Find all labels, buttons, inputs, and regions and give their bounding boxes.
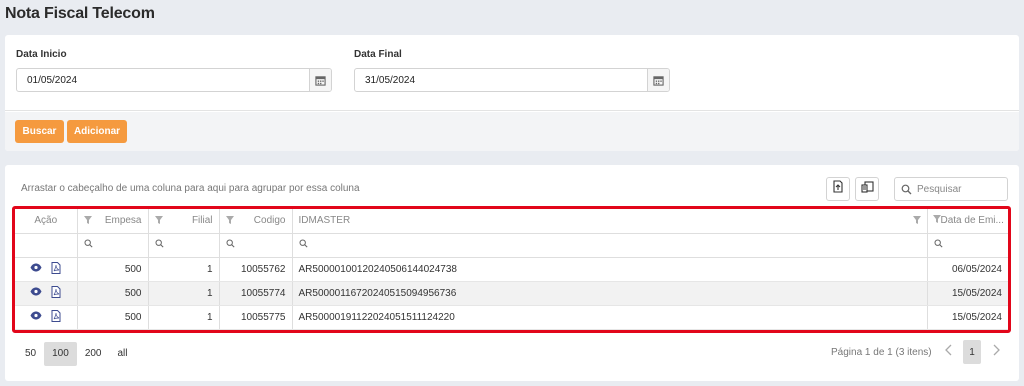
filter-cell[interactable] bbox=[77, 233, 149, 258]
filter-actions: Buscar Adicionar bbox=[5, 112, 1019, 151]
calendar-icon[interactable] bbox=[309, 69, 331, 91]
column-header-label: Codigo bbox=[253, 215, 286, 227]
start-date-field: Data Inicio 01/05/2024 bbox=[16, 49, 332, 92]
page-size-option-selected[interactable]: 100 bbox=[44, 342, 77, 366]
filter-icon[interactable] bbox=[154, 216, 163, 227]
pdf-icon[interactable] bbox=[51, 285, 61, 301]
column-header-data-emissao[interactable]: Data de Emi... bbox=[927, 209, 1008, 234]
column-header-label: IDMASTER bbox=[298, 215, 351, 227]
cell-data-emissao: 15/05/2024 bbox=[927, 281, 1008, 306]
calendar-icon[interactable] bbox=[647, 69, 669, 91]
search-icon bbox=[225, 239, 235, 251]
filter-panel: Data Inicio 01/05/2024 Data Final 31/05/… bbox=[5, 35, 1019, 151]
action-cell bbox=[15, 281, 78, 306]
grid-search-field[interactable] bbox=[917, 183, 1003, 195]
cell-idmaster: AR5000010012024050614402473­8 bbox=[292, 257, 928, 282]
table-row: 500 1 10055774 AR50000116720240515094956… bbox=[15, 281, 1008, 306]
filter-cell[interactable] bbox=[292, 233, 928, 258]
start-date-input[interactable]: 01/05/2024 bbox=[16, 68, 332, 92]
filter-cell[interactable] bbox=[148, 233, 220, 258]
search-icon bbox=[298, 239, 308, 251]
cell-filial: 1 bbox=[148, 257, 220, 282]
cell-empresa: 500 bbox=[77, 305, 149, 330]
add-button[interactable]: Adicionar bbox=[67, 120, 127, 143]
end-date-value[interactable]: 31/05/2024 bbox=[355, 75, 647, 86]
eye-icon[interactable] bbox=[30, 311, 42, 323]
cell-empresa: 500 bbox=[77, 281, 149, 306]
column-header-filial[interactable]: Filial bbox=[148, 209, 220, 234]
export-button[interactable] bbox=[826, 177, 850, 201]
cell-codigo: 10055775 bbox=[219, 305, 293, 330]
chevron-right-icon bbox=[993, 343, 1000, 361]
data-grid-panel: Arrastar o cabeçalho de uma coluna para … bbox=[5, 165, 1019, 381]
column-header-idmaster[interactable]: IDMASTER bbox=[292, 209, 928, 234]
table-row: 500 1 10055775 AR50000191122024051511124… bbox=[15, 305, 1008, 330]
export-icon bbox=[832, 180, 844, 198]
page-size-option[interactable]: 50 bbox=[17, 342, 44, 366]
cell-idmaster: AR50000116720240515094956736 bbox=[292, 281, 928, 306]
page-size-option[interactable]: all bbox=[110, 342, 136, 366]
eye-icon[interactable] bbox=[30, 263, 42, 275]
start-date-value[interactable]: 01/05/2024 bbox=[17, 75, 309, 86]
cell-filial: 1 bbox=[148, 305, 220, 330]
pdf-icon[interactable] bbox=[51, 261, 61, 277]
column-header-empresa[interactable]: Empesa bbox=[77, 209, 149, 234]
next-page-button[interactable] bbox=[989, 340, 1003, 364]
filter-icon[interactable] bbox=[83, 216, 92, 227]
column-chooser-icon bbox=[860, 180, 874, 198]
data-table: Ação Empesa Filial Codigo IDMASTER Data … bbox=[15, 209, 1008, 330]
action-cell bbox=[15, 305, 78, 330]
start-date-label: Data Inicio bbox=[16, 49, 67, 60]
page-size-option[interactable]: 200 bbox=[77, 342, 110, 366]
end-date-input[interactable]: 31/05/2024 bbox=[354, 68, 670, 92]
eye-icon[interactable] bbox=[30, 287, 42, 299]
column-header-acao[interactable]: Ação bbox=[15, 209, 78, 234]
filter-cell[interactable] bbox=[927, 233, 1008, 258]
end-date-label: Data Final bbox=[354, 49, 402, 60]
column-header-codigo[interactable]: Codigo bbox=[219, 209, 293, 234]
column-header-label: Empesa bbox=[104, 215, 142, 227]
table-header-row: Ação Empesa Filial Codigo IDMASTER Data … bbox=[15, 209, 1008, 234]
search-icon bbox=[933, 239, 943, 251]
cell-codigo: 10055774 bbox=[219, 281, 293, 306]
pager-info: Página 1 de 1 (3 itens) bbox=[831, 347, 932, 358]
filter-row bbox=[15, 233, 1008, 258]
search-icon bbox=[83, 239, 93, 251]
prev-page-button[interactable] bbox=[941, 340, 955, 364]
column-header-label: Filial bbox=[191, 215, 213, 227]
page-title: Nota Fiscal Telecom bbox=[5, 5, 155, 22]
group-panel-hint[interactable]: Arrastar o cabeçalho de uma coluna para … bbox=[21, 183, 360, 194]
filter-icon[interactable] bbox=[932, 215, 941, 226]
column-header-label: Data de Emi... bbox=[940, 215, 1004, 227]
search-button[interactable]: Buscar bbox=[15, 120, 64, 143]
page-number-current[interactable]: 1 bbox=[963, 340, 981, 364]
grid-search-input[interactable] bbox=[894, 177, 1008, 201]
action-cell bbox=[15, 257, 78, 282]
end-date-field: Data Final 31/05/2024 bbox=[354, 49, 670, 92]
search-icon bbox=[154, 239, 164, 251]
filter-cell[interactable] bbox=[219, 233, 293, 258]
filter-icon[interactable] bbox=[225, 216, 234, 227]
cell-data-emissao: 15/05/2024 bbox=[927, 305, 1008, 330]
table-row: 500 1 10055762 AR50000100120240506144024… bbox=[15, 257, 1008, 282]
cell-data-emissao: 06/05/2024 bbox=[927, 257, 1008, 282]
chevron-left-icon bbox=[944, 343, 952, 361]
filter-icon[interactable] bbox=[912, 216, 921, 227]
page-size-selector: 50 100 200 all bbox=[17, 342, 136, 366]
cell-codigo: 10055762 bbox=[219, 257, 293, 282]
pdf-icon[interactable] bbox=[51, 309, 61, 325]
filter-cell-empty bbox=[15, 233, 78, 258]
column-chooser-button[interactable] bbox=[855, 177, 879, 201]
cell-empresa: 500 bbox=[77, 257, 149, 282]
cell-filial: 1 bbox=[148, 281, 220, 306]
cell-idmaster: AR50000191122024051511124220 bbox=[292, 305, 928, 330]
search-icon bbox=[895, 184, 917, 195]
